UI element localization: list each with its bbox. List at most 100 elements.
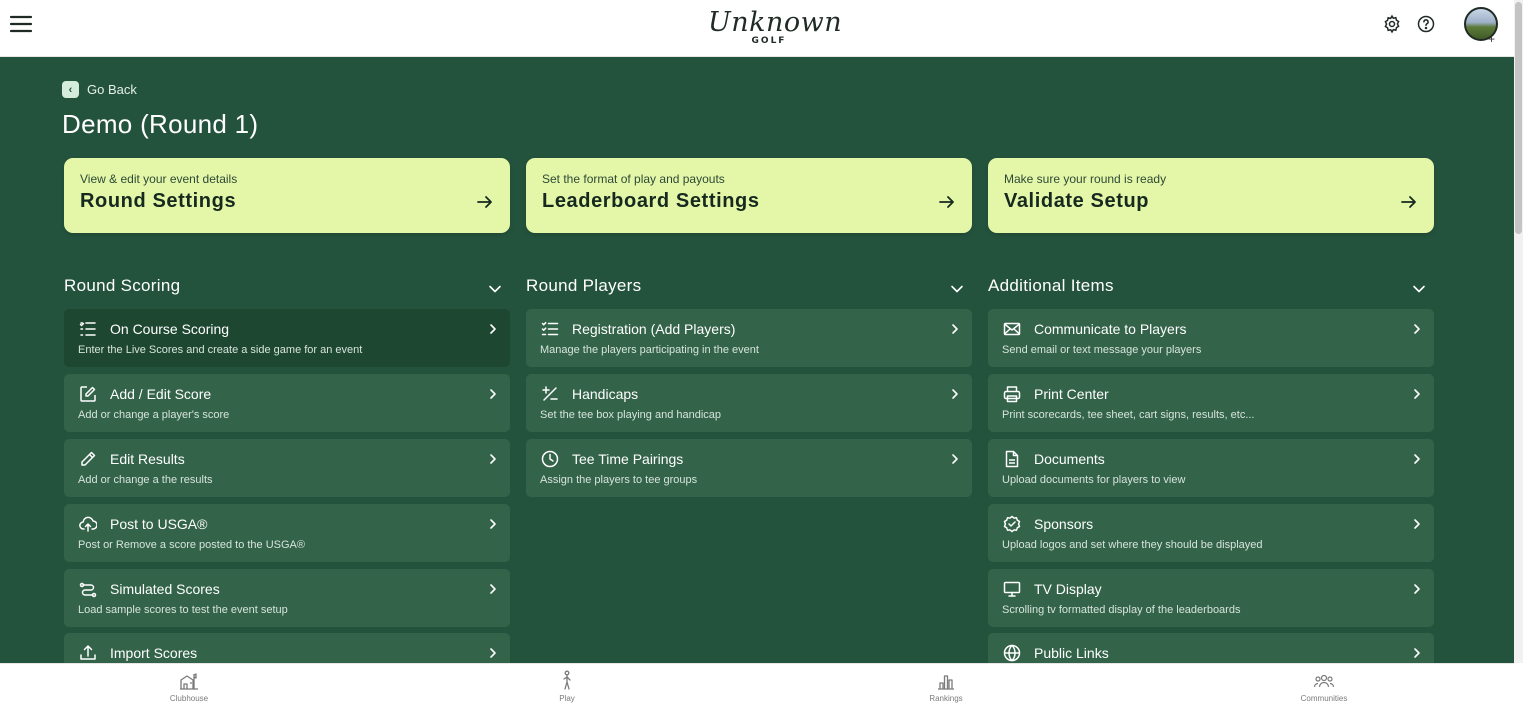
upload-icon: [80, 645, 96, 660]
chevron-right-icon: [952, 389, 958, 399]
page-title: Demo (Round 1): [62, 109, 259, 139]
chevron-right-icon: [952, 454, 958, 464]
chevron-right-icon: [1414, 648, 1420, 658]
hamburger-menu-icon[interactable]: [9, 12, 33, 36]
add-edit-score-item[interactable]: Add / Edit Score Add or change a player'…: [64, 374, 510, 432]
simulated-scores-item[interactable]: Simulated Scores Load sample scores to t…: [64, 569, 510, 627]
chevron-left-icon: ‹: [62, 81, 79, 98]
chevron-right-icon: [952, 324, 958, 334]
nav-rankings[interactable]: Rankings: [906, 670, 986, 703]
round-settings-card[interactable]: View & edit your event details Round Set…: [64, 158, 510, 233]
arrow-right-icon: [1401, 196, 1416, 208]
sponsors-item[interactable]: Sponsors Upload logos and set where they…: [988, 504, 1434, 562]
hero-subtitle: Set the format of play and payouts: [542, 172, 725, 186]
section-round-players-header[interactable]: Round Players: [526, 276, 972, 300]
arrow-right-icon: [939, 196, 954, 208]
item-subtitle: Load sample scores to test the event set…: [78, 604, 288, 616]
nav-label: Clubhouse: [169, 694, 209, 703]
item-subtitle: Print scorecards, tee sheet, cart signs,…: [1002, 409, 1255, 421]
section-title: Round Players: [526, 276, 642, 295]
chevron-right-icon: [1414, 454, 1420, 464]
logo-script-text: Unknown: [708, 7, 843, 38]
golfer-icon: [563, 670, 571, 690]
tee-time-pairings-item[interactable]: Tee Time Pairings Assign the players to …: [526, 439, 972, 497]
item-title: Import Scores: [110, 645, 198, 661]
print-center-item[interactable]: Print Center Print scorecards, tee sheet…: [988, 374, 1434, 432]
section-additional-items-header[interactable]: Additional Items: [988, 276, 1434, 300]
item-subtitle: Upload logos and set where they should b…: [1002, 539, 1263, 551]
avatar-plus-icon[interactable]: +: [1488, 33, 1495, 45]
item-title: Simulated Scores: [110, 581, 220, 597]
item-title: Post to USGA®: [110, 516, 208, 532]
bottom-navigation: Clubhouse Play Rankings Communities: [0, 663, 1514, 720]
nav-clubhouse[interactable]: Clubhouse: [149, 670, 229, 703]
nav-communities[interactable]: Communities: [1284, 670, 1364, 703]
list-check-icon: [79, 322, 96, 336]
registration-item[interactable]: Registration (Add Players) Manage the pl…: [526, 309, 972, 367]
item-title: Public Links: [1034, 645, 1109, 661]
validate-setup-card[interactable]: Make sure your round is ready Validate S…: [988, 158, 1434, 233]
nav-label: Rankings: [929, 694, 963, 703]
scrollbar-thumb[interactable]: [1515, 2, 1522, 234]
hero-title: Validate Setup: [1004, 190, 1150, 212]
chevron-right-icon: [490, 519, 496, 529]
cloud-upload-icon: [79, 516, 97, 532]
item-subtitle: Post or Remove a score posted to the USG…: [78, 539, 305, 551]
public-links-item[interactable]: Public Links: [988, 633, 1434, 663]
item-title: Communicate to Players: [1034, 321, 1187, 337]
chevron-right-icon: [1414, 519, 1420, 529]
chevron-right-icon: [490, 454, 496, 464]
item-subtitle: Scrolling tv formatted display of the le…: [1002, 604, 1241, 616]
item-title: Print Center: [1034, 386, 1109, 402]
globe-icon: [1003, 644, 1021, 662]
item-title: Registration (Add Players): [572, 321, 736, 337]
page-scrollbar[interactable]: [1514, 0, 1523, 663]
item-title: TV Display: [1034, 581, 1102, 597]
clock-icon: [541, 450, 559, 468]
tv-display-item[interactable]: TV Display Scrolling tv formatted displa…: [988, 569, 1434, 627]
chevron-right-icon: [490, 648, 496, 658]
plus-minus-icon: [542, 386, 558, 401]
monitor-icon: [1003, 581, 1021, 597]
chevron-right-icon: [490, 389, 496, 399]
handicaps-item[interactable]: Handicaps Set the tee box playing and ha…: [526, 374, 972, 432]
nav-label: Communities: [1300, 694, 1348, 703]
item-subtitle: Upload documents for players to view: [1002, 474, 1186, 486]
chevron-right-icon: [490, 584, 496, 594]
item-subtitle: Enter the Live Scores and create a side …: [78, 344, 363, 356]
item-subtitle: Send email or text message your players: [1002, 344, 1202, 356]
badge-check-icon: [1003, 515, 1021, 533]
nav-play[interactable]: Play: [527, 670, 607, 703]
item-title: Tee Time Pairings: [572, 451, 684, 467]
item-subtitle: Assign the players to tee groups: [540, 474, 698, 486]
item-subtitle: Add or change a player's score: [78, 409, 230, 421]
bar-chart-icon: [938, 675, 954, 690]
section-title: Round Scoring: [64, 276, 181, 295]
unknown-golf-logo[interactable]: Unknown GOLF: [708, 7, 843, 50]
documents-item[interactable]: Documents Upload documents for players t…: [988, 439, 1434, 497]
post-to-usga-item[interactable]: Post to USGA® Post or Remove a score pos…: [64, 504, 510, 562]
item-title: Edit Results: [110, 451, 185, 467]
go-back-button[interactable]: ‹ Go Back: [62, 81, 137, 98]
hero-subtitle: Make sure your round is ready: [1004, 172, 1167, 186]
import-scores-item[interactable]: Import Scores: [64, 633, 510, 663]
help-question-icon[interactable]: [1416, 14, 1436, 34]
hero-title: Round Settings: [80, 190, 237, 212]
chevron-down-icon: [1413, 285, 1425, 293]
item-title: Documents: [1034, 451, 1105, 467]
arrow-right-icon: [477, 196, 492, 208]
item-subtitle: Set the tee box playing and handicap: [540, 409, 722, 421]
nav-label: Play: [559, 694, 575, 703]
edit-results-item[interactable]: Edit Results Add or change a the results: [64, 439, 510, 497]
on-course-scoring-item[interactable]: On Course Scoring Enter the Live Scores …: [64, 309, 510, 367]
hero-subtitle: View & edit your event details: [80, 172, 238, 186]
hero-title: Leaderboard Settings: [542, 190, 760, 212]
item-subtitle: Manage the players participating in the …: [540, 344, 759, 356]
pencil-icon: [81, 451, 96, 466]
chevron-right-icon: [1414, 389, 1420, 399]
leaderboard-settings-card[interactable]: Set the format of play and payouts Leade…: [526, 158, 972, 233]
settings-gear-icon[interactable]: [1382, 14, 1402, 34]
item-title: Handicaps: [572, 386, 639, 402]
communicate-to-players-item[interactable]: Communicate to Players Send email or tex…: [988, 309, 1434, 367]
section-round-scoring-header[interactable]: Round Scoring: [64, 276, 510, 300]
